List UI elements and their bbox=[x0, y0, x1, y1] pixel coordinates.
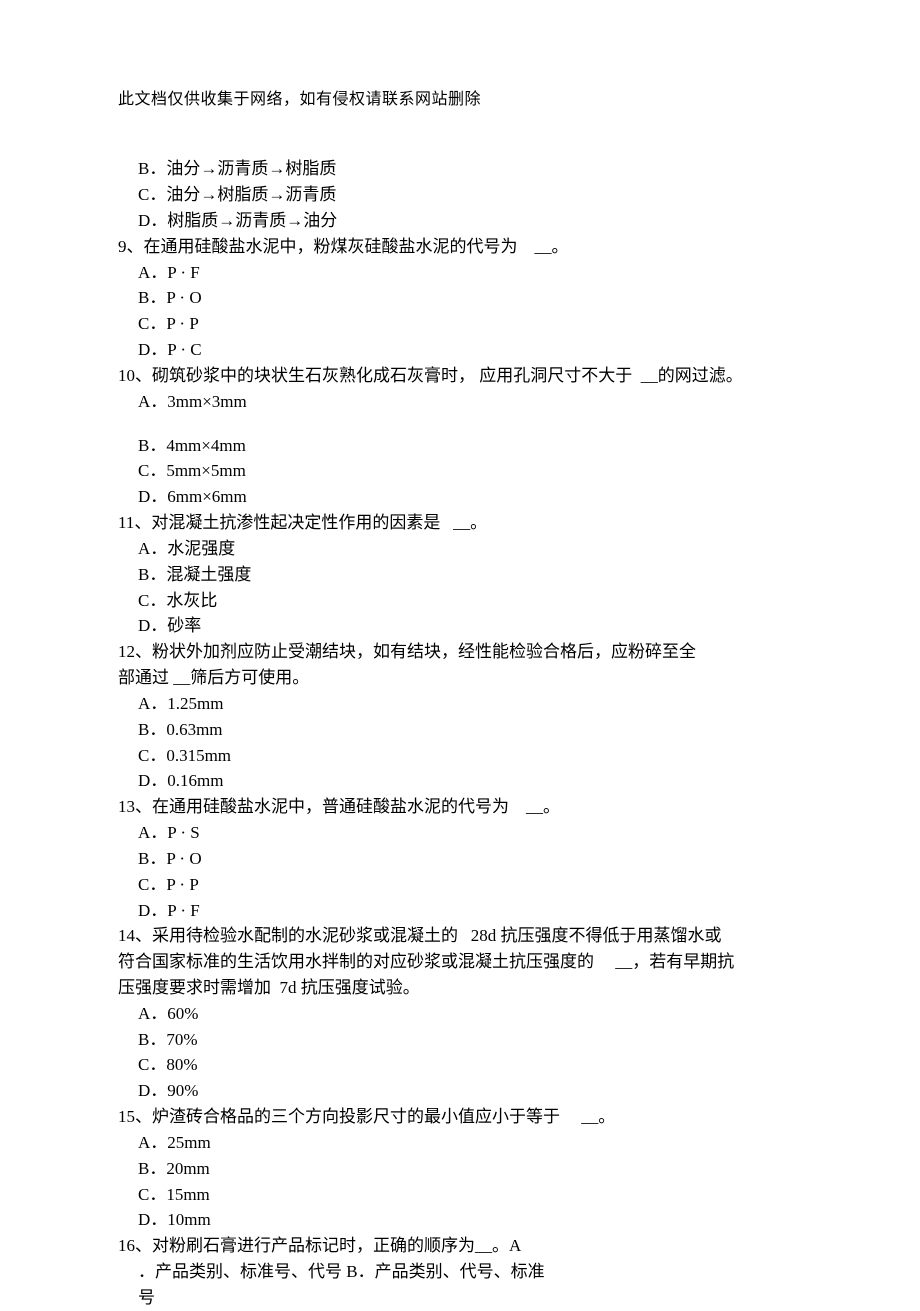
q10-option-a: A．3mm×3mm bbox=[118, 389, 810, 415]
q12-option-b: B．0.63mm bbox=[118, 717, 810, 743]
question-9: 9、在通用硅酸盐水泥中，粉煤灰硅酸盐水泥的代号为 __。 bbox=[118, 234, 810, 260]
spacing bbox=[118, 415, 810, 433]
q15-option-d: D．10mm bbox=[118, 1207, 810, 1233]
q14-l1b: 28d 抗压强度不得低于用蒸馏水或 bbox=[471, 926, 722, 945]
q15-blank: __。 bbox=[581, 1104, 615, 1130]
q13-blank: __。 bbox=[526, 794, 560, 820]
q13-option-a: A．P · S bbox=[118, 820, 810, 846]
q14-option-c: C．80% bbox=[118, 1052, 810, 1078]
q11-blank: __。 bbox=[453, 510, 487, 536]
q9-option-b: B．P · O bbox=[118, 285, 810, 311]
q15-text: 15、炉渣砖合格品的三个方向投影尺寸的最小值应小于等于 bbox=[118, 1107, 560, 1126]
q13-text: 13、在通用硅酸盐水泥中，普通硅酸盐水泥的代号为 bbox=[118, 797, 509, 816]
question-14-line2: 符合国家标准的生活饮用水拌制的对应砂浆或混凝土抗压强度的 __，若有早期抗 bbox=[118, 949, 810, 975]
q13-option-c: C．P · P bbox=[118, 872, 810, 898]
q12-option-d: D．0.16mm bbox=[118, 768, 810, 794]
q9-blank: __。 bbox=[535, 234, 569, 260]
q8-option-c: C．油分→树脂质→沥青质 bbox=[118, 182, 810, 208]
q14-option-b: B．70% bbox=[118, 1027, 810, 1053]
q13-option-d: D．P · F bbox=[118, 898, 810, 924]
q8-option-d: D．树脂质→沥青质→油分 bbox=[118, 208, 810, 234]
document-page: 此文档仅供收集于网络，如有侵权请联系网站删除 B．油分→沥青质→树脂质 C．油分… bbox=[0, 0, 920, 1303]
q14-option-d: D．90% bbox=[118, 1078, 810, 1104]
q15-option-b: B．20mm bbox=[118, 1156, 810, 1182]
q14-blank: __，若有早期抗 bbox=[615, 949, 734, 975]
q11-option-c: C．水灰比 bbox=[118, 588, 810, 614]
header-disclaimer: 此文档仅供收集于网络，如有侵权请联系网站删除 bbox=[118, 88, 810, 112]
q10-blank: __的网过滤。 bbox=[641, 363, 743, 389]
q10-option-b: B．4mm×4mm bbox=[118, 433, 810, 459]
question-16-line3: 号 bbox=[118, 1285, 810, 1311]
q14-option-a: A．60% bbox=[118, 1001, 810, 1027]
q14-l3a: 压强度要求时需增加 bbox=[118, 978, 271, 997]
q15-option-a: A．25mm bbox=[118, 1130, 810, 1156]
q9-option-d: D．P · C bbox=[118, 337, 810, 363]
question-16-line2: ．产品类别、标准号、代号 B．产品类别、代号、标准 bbox=[118, 1259, 810, 1285]
q9-option-a: A．P · F bbox=[118, 260, 810, 286]
question-12-line1: 12、粉状外加剂应防止受潮结块，如有结块，经性能检验合格后，应粉碎至全 bbox=[118, 639, 810, 665]
q10-option-d: D．6mm×6mm bbox=[118, 484, 810, 510]
question-14-line1: 14、采用待检验水配制的水泥砂浆或混凝土的 28d 抗压强度不得低于用蒸馏水或 bbox=[118, 923, 810, 949]
q11-text: 11、对混凝土抗渗性起决定性作用的因素是 bbox=[118, 513, 440, 532]
q12-option-c: C．0.315mm bbox=[118, 743, 810, 769]
q14-l3b: 7d 抗压强度试验。 bbox=[280, 978, 420, 997]
question-12-line2: 部通过 __筛后方可使用。 bbox=[118, 665, 810, 691]
q8-option-b: B．油分→沥青质→树脂质 bbox=[118, 156, 810, 182]
q9-text: 9、在通用硅酸盐水泥中，粉煤灰硅酸盐水泥的代号为 bbox=[118, 237, 518, 256]
q14-l2a: 符合国家标准的生活饮用水拌制的对应砂浆或混凝土抗压强度的 bbox=[118, 952, 594, 971]
q9-option-c: C．P · P bbox=[118, 311, 810, 337]
q12-option-a: A．1.25mm bbox=[118, 691, 810, 717]
q14-l1a: 14、采用待检验水配制的水泥砂浆或混凝土的 bbox=[118, 926, 458, 945]
question-13: 13、在通用硅酸盐水泥中，普通硅酸盐水泥的代号为 __。 bbox=[118, 794, 810, 820]
q11-option-a: A．水泥强度 bbox=[118, 536, 810, 562]
q11-option-d: D．砂率 bbox=[118, 613, 810, 639]
q13-option-b: B．P · O bbox=[118, 846, 810, 872]
question-11: 11、对混凝土抗渗性起决定性作用的因素是 __。 bbox=[118, 510, 810, 536]
q15-option-c: C．15mm bbox=[118, 1182, 810, 1208]
q10-text: 10、砌筑砂浆中的块状生石灰熟化成石灰膏时， 应用孔洞尺寸不大于 bbox=[118, 366, 632, 385]
q10-option-c: C．5mm×5mm bbox=[118, 458, 810, 484]
question-14-line3: 压强度要求时需增加 7d 抗压强度试验。 bbox=[118, 975, 810, 1001]
question-10: 10、砌筑砂浆中的块状生石灰熟化成石灰膏时， 应用孔洞尺寸不大于 __的网过滤。 bbox=[118, 363, 810, 389]
q11-option-b: B．混凝土强度 bbox=[118, 562, 810, 588]
question-15: 15、炉渣砖合格品的三个方向投影尺寸的最小值应小于等于 __。 bbox=[118, 1104, 810, 1130]
question-16-line1: 16、对粉刷石膏进行产品标记时，正确的顺序为__。A bbox=[118, 1233, 810, 1259]
